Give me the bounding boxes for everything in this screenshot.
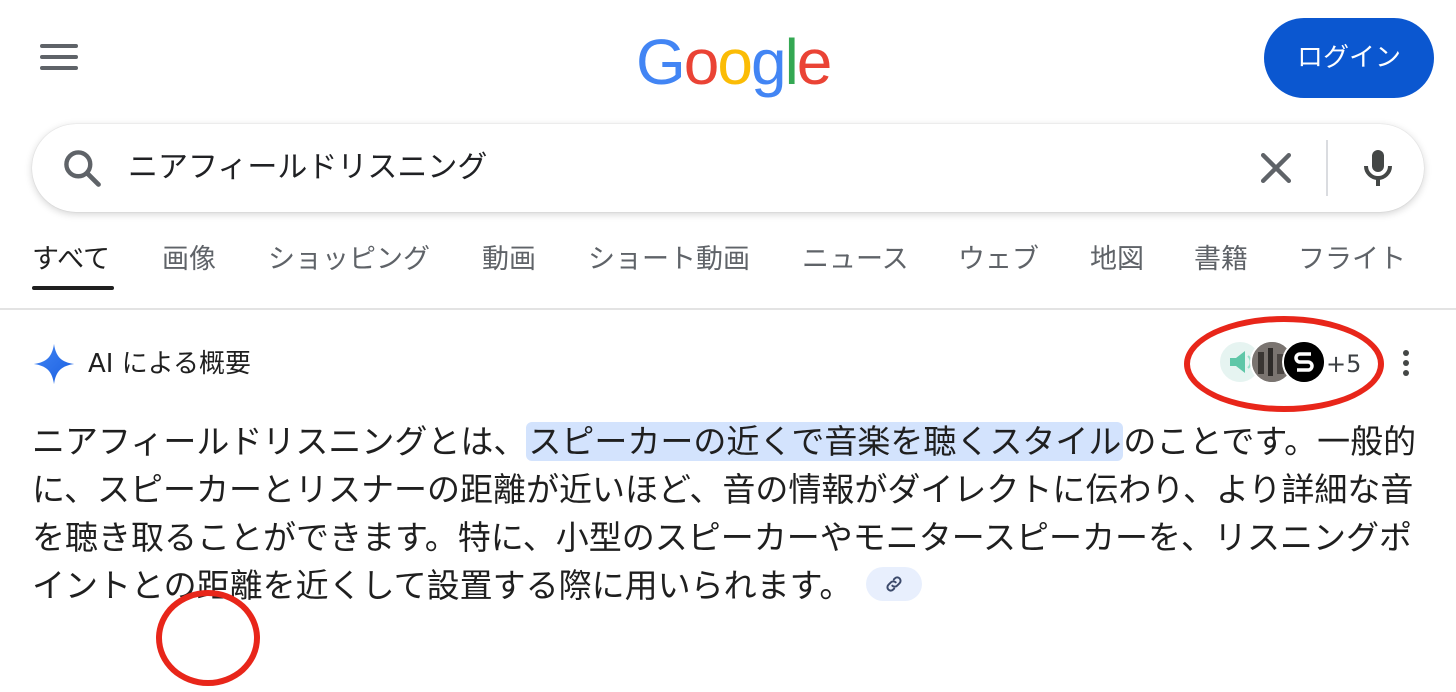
tab-shopping[interactable]: ショッピング — [268, 240, 430, 280]
top-bar: Google ログイン — [0, 0, 1456, 118]
close-icon[interactable] — [1254, 146, 1298, 190]
tab-short-videos[interactable]: ショート動画 — [588, 240, 750, 280]
google-logo[interactable]: Google — [636, 22, 833, 102]
search-tabs: すべて 画像 ショッピング 動画 ショート動画 ニュース ウェブ 地図 書籍 フ… — [0, 230, 1456, 310]
more-vert-icon[interactable] — [1398, 346, 1414, 386]
search-box[interactable]: ニアフィールドリスニング — [32, 124, 1424, 212]
link-icon — [886, 575, 902, 592]
ai-overview-title: AI による概要 — [88, 349, 251, 379]
active-tab-indicator — [32, 286, 114, 290]
logo-letter: G — [636, 26, 686, 98]
search-icon[interactable] — [60, 146, 104, 190]
tab-news[interactable]: ニュース — [802, 240, 909, 280]
logo-letter: o — [683, 26, 720, 98]
overview-text-start: ニアフィールドリスニングとは、 — [32, 422, 527, 461]
logo-letter: e — [796, 26, 833, 98]
tab-flights[interactable]: フライト — [1298, 240, 1406, 280]
s-logo-source-icon[interactable] — [1282, 340, 1326, 384]
login-button[interactable]: ログイン — [1264, 18, 1434, 98]
tab-web[interactable]: ウェブ — [958, 240, 1039, 280]
ai-overview-text: ニアフィールドリスニングとは、スピーカーの近くで音楽を聴くスタイルのことです。一… — [32, 418, 1424, 610]
search-divider — [1326, 140, 1328, 196]
sparkle-icon — [33, 343, 75, 385]
microphone-icon[interactable] — [1354, 144, 1402, 192]
tab-videos[interactable]: 動画 — [482, 240, 536, 280]
more-sources-count[interactable]: +5 — [1326, 344, 1361, 384]
search-input[interactable]: ニアフィールドリスニング — [128, 144, 487, 192]
logo-letter: l — [784, 26, 799, 98]
highlighted-phrase[interactable]: スピーカーの近くで音楽を聴くスタイル — [526, 422, 1124, 461]
hamburger-menu-icon[interactable] — [40, 44, 80, 74]
tab-all[interactable]: すべて — [32, 240, 110, 280]
tab-images[interactable]: 画像 — [162, 240, 216, 280]
logo-letter: g — [750, 26, 787, 98]
logo-letter: o — [717, 26, 753, 98]
source-link-button[interactable] — [866, 566, 923, 601]
tab-books[interactable]: 書籍 — [1194, 240, 1248, 280]
tab-maps[interactable]: 地図 — [1090, 240, 1144, 280]
